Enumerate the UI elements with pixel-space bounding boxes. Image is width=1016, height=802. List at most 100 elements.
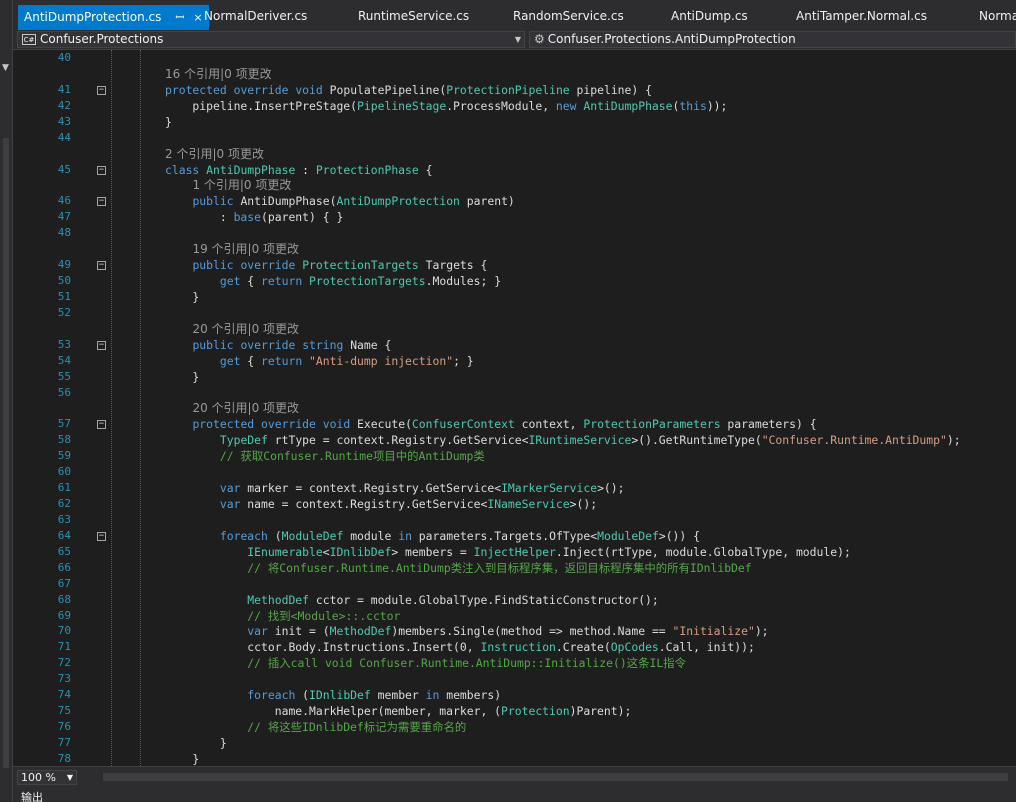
- code-line[interactable]: 65 IEnumerable<IDnlibDef> members = Inje…: [13, 544, 1016, 560]
- code-line[interactable]: 53 − public override string Name {: [13, 337, 1016, 353]
- code-line[interactable]: 70 var init = (MethodDef)members.Single(…: [13, 623, 1016, 639]
- code-line[interactable]: 46 − public AntiDumpPhase(AntiDumpProtect…: [13, 193, 1016, 209]
- code-line[interactable]: 74 foreach (IDnlibDef member in members): [13, 687, 1016, 703]
- zoom-dropdown[interactable]: 100 % ▼: [17, 770, 77, 785]
- code-line[interactable]: 43}: [13, 114, 1016, 130]
- code-line[interactable]: 60: [13, 464, 1016, 480]
- code-line[interactable]: 57 − protected override void Execute(Conf…: [13, 416, 1016, 432]
- pin-icon[interactable]: ꟷ: [175, 11, 184, 24]
- code-line[interactable]: 76 // 将这些IDnlibDef标记为需要重命名的: [13, 719, 1016, 735]
- line-number: 73: [57, 672, 71, 686]
- code-text: TypeDef rtType = context.Registry.GetSer…: [219, 433, 961, 448]
- code-line[interactable]: 20 个引用|0 项更改: [13, 321, 1016, 337]
- tab-label: AntiDumpProtection.cs: [24, 10, 162, 24]
- tab-normal-overflow[interactable]: Norma: [979, 9, 1016, 29]
- chevron-down-icon: ▼: [514, 35, 521, 44]
- code-line[interactable]: 45 − class AntiDumpPhase : ProtectionPhase…: [13, 162, 1016, 178]
- code-line[interactable]: 67: [13, 576, 1016, 592]
- code-line[interactable]: 51 }: [13, 289, 1016, 305]
- code-line[interactable]: 19 个引用|0 项更改: [13, 241, 1016, 257]
- collapse-icon[interactable]: −: [97, 531, 106, 541]
- code-line[interactable]: 78 }: [13, 751, 1016, 766]
- code-line[interactable]: 63: [13, 512, 1016, 528]
- codelens-references[interactable]: 20 个引用|0 项更改: [192, 322, 299, 336]
- tab-antidump[interactable]: AntiDump.cs: [671, 9, 748, 29]
- collapse-icon[interactable]: −: [97, 261, 106, 271]
- codelens-references[interactable]: 19 个引用|0 项更改: [192, 242, 299, 256]
- member-dropdown[interactable]: ⚙ Confuser.Protections.AntiDumpProtection: [529, 31, 1016, 48]
- code-line[interactable]: 42 pipeline.InsertPreStage(PipelineStage…: [13, 98, 1016, 114]
- collapse-icon[interactable]: −: [97, 340, 106, 350]
- line-number: 69: [57, 608, 71, 622]
- code-line[interactable]: 66 // 将Confuser.Runtime.AntiDump类注入到目标程序…: [13, 560, 1016, 576]
- code-text: 1 个引用|0 项更改: [165, 177, 291, 193]
- code-line[interactable]: 61 var marker = context.Registry.GetServ…: [13, 480, 1016, 496]
- codelens-references[interactable]: 16 个引用|0 项更改: [165, 67, 272, 81]
- tab-antidumpprotection[interactable]: AntiDumpProtection.cs ꟷ ×: [18, 5, 209, 30]
- close-icon[interactable]: ×: [193, 11, 202, 24]
- code-text: 2 个引用|0 项更改: [165, 146, 264, 162]
- code-line[interactable]: 49 − public override ProtectionTargets Ta…: [13, 257, 1016, 273]
- code-line[interactable]: 16 个引用|0 项更改: [13, 66, 1016, 82]
- codelens-references[interactable]: 20 个引用|0 项更改: [192, 401, 299, 415]
- tab-runtimeservice[interactable]: RuntimeService.cs: [358, 9, 469, 29]
- collapse-icon[interactable]: −: [97, 165, 106, 175]
- code-line[interactable]: 2 个引用|0 项更改: [13, 146, 1016, 162]
- code-line[interactable]: 50 get { return ProtectionTargets.Module…: [13, 273, 1016, 289]
- code-line[interactable]: 75 name.MarkHelper(member, marker, (Prot…: [13, 703, 1016, 719]
- line-number: 43: [57, 114, 71, 128]
- code-line[interactable]: 73: [13, 671, 1016, 687]
- line-number: 63: [57, 512, 71, 526]
- code-line[interactable]: 72 // 插入call void Confuser.Runtime.AntiD…: [13, 655, 1016, 671]
- code-text: // 获取Confuser.Runtime项目中的AntiDump类: [219, 449, 485, 464]
- member-name: Confuser.Protections.AntiDumpProtection: [547, 32, 796, 46]
- codelens-references[interactable]: 2 个引用|0 项更改: [165, 147, 264, 161]
- collapse-icon[interactable]: −: [97, 420, 106, 430]
- codelens-references[interactable]: 1 个引用|0 项更改: [192, 178, 291, 192]
- code-line[interactable]: 41 − protected override void PopulatePipel…: [13, 82, 1016, 98]
- output-panel-title[interactable]: 输出: [13, 787, 1016, 802]
- code-text: var marker = context.Registry.GetService…: [219, 481, 625, 496]
- code-text: public AntiDumpPhase(AntiDumpProtection …: [192, 194, 515, 209]
- line-number: 44: [57, 130, 71, 144]
- code-text: MethodDef cctor = module.GlobalType.Find…: [247, 592, 659, 607]
- code-line[interactable]: 68 MethodDef cctor = module.GlobalType.F…: [13, 592, 1016, 608]
- code-line[interactable]: 54 get { return "Anti-dump injection"; }: [13, 353, 1016, 369]
- code-line[interactable]: 62 var name = context.Registry.GetServic…: [13, 496, 1016, 512]
- code-line[interactable]: 1 个引用|0 项更改: [13, 177, 1016, 193]
- code-line[interactable]: 20 个引用|0 项更改: [13, 400, 1016, 416]
- tab-randomservice[interactable]: RandomService.cs: [513, 9, 624, 29]
- code-line[interactable]: 52: [13, 305, 1016, 321]
- code-line[interactable]: 64 − foreach (ModuleDef module in paramet…: [13, 528, 1016, 544]
- code-line[interactable]: 69 // 找到<Module>::.cctor: [13, 608, 1016, 624]
- code-editor[interactable]: 40 16 个引用|0 项更改 41 − protected override void…: [13, 50, 1016, 766]
- line-number: 71: [57, 640, 71, 654]
- code-line[interactable]: 47 : base(parent) { }: [13, 209, 1016, 225]
- code-line[interactable]: 71 cctor.Body.Instructions.Insert(0, Ins…: [13, 639, 1016, 655]
- code-line[interactable]: 40: [13, 50, 1016, 66]
- code-text: get { return "Anti-dump injection"; }: [219, 353, 474, 368]
- project-dropdown[interactable]: C# Confuser.Protections ▼: [17, 31, 525, 48]
- code-line[interactable]: 58 TypeDef rtType = context.Registry.Get…: [13, 432, 1016, 448]
- project-name: Confuser.Protections: [40, 32, 164, 46]
- collapse-icon[interactable]: −: [97, 197, 106, 207]
- code-line[interactable]: 77 }: [13, 735, 1016, 751]
- expand-arrow-icon[interactable]: ▼: [2, 63, 9, 73]
- tab-normalderiver[interactable]: NormalDeriver.cs: [204, 9, 307, 29]
- line-number: 47: [57, 210, 71, 224]
- code-text: }: [165, 289, 200, 304]
- code-line[interactable]: 44: [13, 130, 1016, 146]
- code-line[interactable]: 55 }: [13, 369, 1016, 385]
- code-text: foreach (ModuleDef module in parameters.…: [219, 528, 700, 543]
- tab-antitamper-normal[interactable]: AntiTamper.Normal.cs: [796, 9, 927, 29]
- editor-status-bar: 100 % ▼: [13, 766, 1016, 787]
- line-number: 42: [57, 98, 71, 112]
- code-text: }: [165, 751, 200, 766]
- code-line[interactable]: 56: [13, 385, 1016, 401]
- horizontal-scrollbar[interactable]: [103, 773, 1008, 781]
- collapse-icon[interactable]: −: [97, 85, 106, 95]
- code-line[interactable]: 48: [13, 225, 1016, 241]
- left-scrollbar[interactable]: [3, 138, 9, 768]
- code-line[interactable]: 59 // 获取Confuser.Runtime项目中的AntiDump类: [13, 448, 1016, 464]
- line-number: 45: [57, 162, 71, 176]
